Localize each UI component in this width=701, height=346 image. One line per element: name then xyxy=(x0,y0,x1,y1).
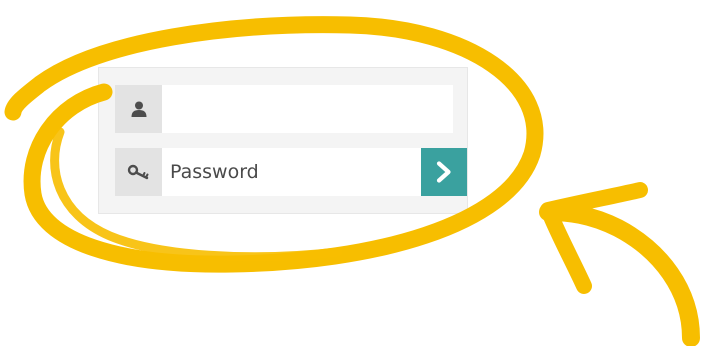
user-icon xyxy=(115,85,162,133)
chevron-right-icon xyxy=(436,161,451,183)
login-submit-button[interactable] xyxy=(421,148,467,196)
key-icon xyxy=(115,148,162,196)
login-panel xyxy=(98,67,468,214)
stage xyxy=(0,0,701,346)
username-input[interactable] xyxy=(162,85,453,133)
password-input[interactable] xyxy=(162,148,421,196)
username-row xyxy=(115,85,453,133)
curved-arrow xyxy=(539,203,700,346)
password-row xyxy=(115,148,467,196)
curved-arrow-head xyxy=(540,182,648,294)
